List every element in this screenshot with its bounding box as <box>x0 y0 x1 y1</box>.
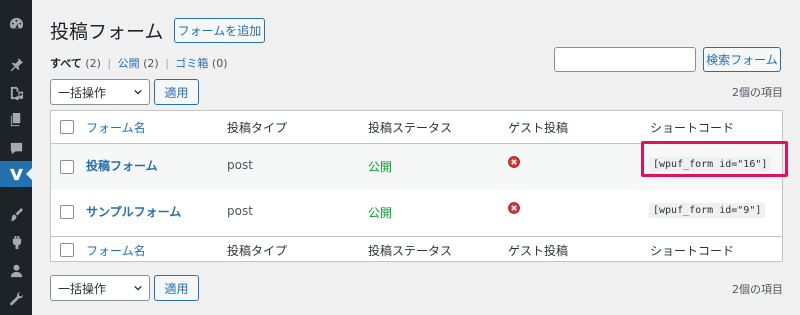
post-status-cell: 公開 <box>368 206 393 220</box>
plugins-icon[interactable] <box>0 229 32 255</box>
column-header-form-name[interactable]: フォーム名 <box>86 119 146 136</box>
bulk-action-selected: 一括操作 <box>58 281 107 296</box>
column-footer-shortcode: ショートコード <box>650 244 735 258</box>
post-status-cell: 公開 <box>368 160 393 174</box>
forms-table: フォーム名 投稿タイプ 投稿ステータス ゲスト投稿 ショートコード 投稿フォーム… <box>50 110 783 262</box>
column-footer-post-type: 投稿タイプ <box>227 244 288 258</box>
shortcode-cell[interactable]: [wpuf_form id="16"] <box>649 157 772 172</box>
column-header-post-status: 投稿ステータス <box>368 121 453 135</box>
media-icon[interactable] <box>0 79 32 105</box>
page-title: 投稿フォーム <box>50 21 164 43</box>
view-publish-count: (2) <box>143 57 159 70</box>
shortcode-cell[interactable]: [wpuf_form id="9"] <box>649 203 766 218</box>
table-footer-row: フォーム名 投稿タイプ 投稿ステータス ゲスト投稿 ショートコード <box>51 236 782 262</box>
apply-button-top[interactable]: 適用 <box>154 79 199 105</box>
bulk-action-selected: 一括操作 <box>58 85 107 100</box>
view-trash-count: (0) <box>211 57 228 70</box>
items-count-top: 2個の項目 <box>732 86 783 99</box>
dashboard-icon[interactable] <box>0 10 32 36</box>
column-footer-form-name[interactable]: フォーム名 <box>86 242 146 259</box>
status-views: すべて (2) | 公開 (2) | ゴミ箱 (0) <box>50 55 228 71</box>
user-frontend-icon[interactable] <box>0 161 32 187</box>
view-all-count: (2) <box>85 57 101 70</box>
users-icon[interactable] <box>0 257 32 283</box>
view-publish-link[interactable]: 公開 <box>118 57 140 70</box>
add-form-button[interactable]: フォームを追加 <box>174 18 265 43</box>
column-header-post-type: 投稿タイプ <box>227 121 288 135</box>
select-all-checkbox[interactable] <box>60 120 74 134</box>
view-separator: | <box>107 57 112 70</box>
column-footer-post-status: 投稿ステータス <box>368 244 453 258</box>
tools-icon[interactable] <box>0 285 32 311</box>
column-header-guest-post: ゲスト投稿 <box>508 121 569 135</box>
pages-icon[interactable] <box>0 106 32 132</box>
apply-button-bottom[interactable]: 適用 <box>154 275 199 301</box>
post-type-cell: post <box>227 204 253 218</box>
row-checkbox[interactable] <box>60 160 74 174</box>
view-trash-link[interactable]: ゴミ箱 <box>175 57 208 70</box>
guest-disabled-icon <box>508 156 520 168</box>
admin-sidebar <box>0 0 32 315</box>
view-separator: | <box>165 57 169 70</box>
table-row: サンプルフォーム post 公開 [wpuf_form id="9"] <box>51 190 782 236</box>
pin-icon[interactable] <box>0 51 32 77</box>
items-count-bottom: 2個の項目 <box>732 283 783 296</box>
row-checkbox[interactable] <box>60 205 74 219</box>
form-title-link[interactable]: サンプルフォーム <box>86 203 181 220</box>
comments-icon[interactable] <box>0 135 32 161</box>
post-type-cell: post <box>227 158 253 172</box>
chevron-down-icon <box>134 285 142 291</box>
table-header-row: フォーム名 投稿タイプ 投稿ステータス ゲスト投稿 ショートコード <box>51 111 782 144</box>
view-all-link[interactable]: すべて <box>50 57 82 70</box>
chevron-down-icon <box>134 89 142 95</box>
search-forms-button[interactable]: 検索フォーム <box>703 47 781 72</box>
table-row: 投稿フォーム post 公開 [wpuf_form id="16"] <box>51 144 782 190</box>
guest-disabled-icon <box>508 202 520 214</box>
appearance-icon[interactable] <box>0 201 32 227</box>
form-title-link[interactable]: 投稿フォーム <box>86 157 158 174</box>
search-input[interactable] <box>554 47 696 72</box>
select-all-checkbox[interactable] <box>60 243 74 257</box>
column-header-shortcode: ショートコード <box>650 121 735 135</box>
bulk-action-select-top[interactable]: 一括操作 <box>50 79 150 105</box>
bulk-action-select-bottom[interactable]: 一括操作 <box>50 275 150 301</box>
column-footer-guest-post: ゲスト投稿 <box>508 244 569 258</box>
